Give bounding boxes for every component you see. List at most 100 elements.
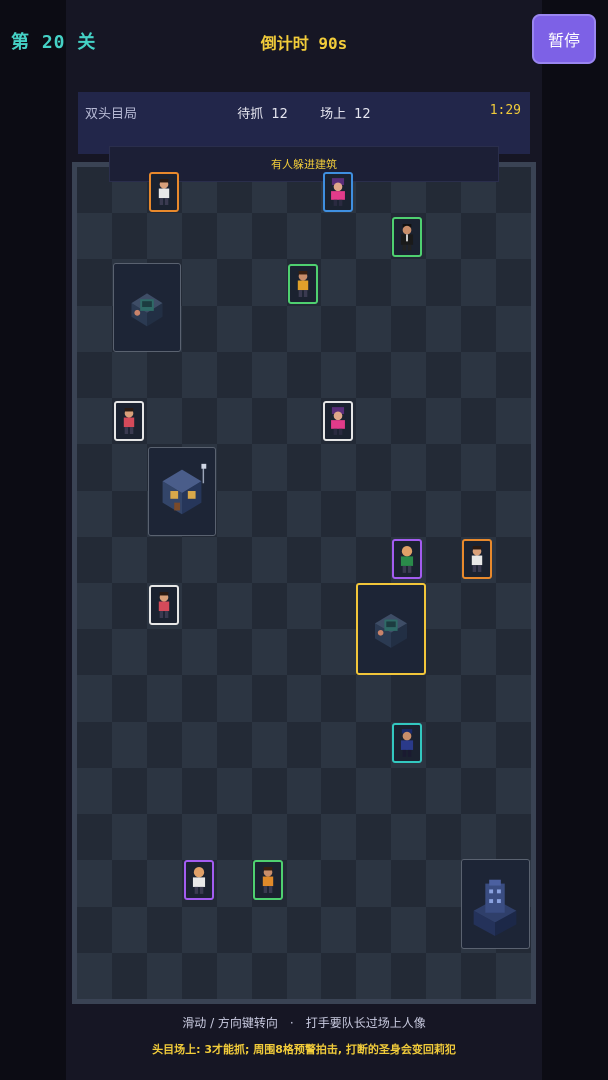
board-cell	[111, 213, 148, 260]
board-cell	[426, 305, 462, 353]
board-cell	[251, 351, 288, 399]
board-cell	[216, 906, 253, 954]
onfield-count: 12	[354, 107, 371, 122]
board-cell	[77, 629, 113, 676]
board-cell	[77, 536, 113, 584]
building-kiosk-1[interactable]	[113, 263, 181, 352]
board-cell	[496, 351, 532, 399]
board-cell	[216, 398, 253, 445]
board-cell	[286, 536, 322, 584]
board-cell	[286, 860, 322, 908]
board-cell	[181, 814, 218, 861]
board-cell	[461, 721, 497, 769]
tower-building-icon	[473, 879, 517, 937]
board-cell	[426, 767, 462, 815]
board-cell	[356, 721, 392, 769]
character-bald-purple[interactable]	[392, 539, 422, 579]
board-cell	[77, 444, 113, 492]
board-cell	[356, 305, 392, 353]
character-bald-purple-2[interactable]	[184, 860, 214, 900]
board-cell	[111, 536, 148, 584]
board-cell	[77, 952, 113, 1000]
capture-counts: 待抓 12 场上 12	[78, 103, 530, 122]
board-cell	[77, 906, 113, 954]
top-bar: 第 20 关 倒计时 90s 暂停	[0, 0, 608, 80]
board-cell	[77, 305, 113, 353]
board-cell	[496, 675, 532, 723]
board-cell	[496, 398, 532, 445]
status-bar: 双头目局 待抓 12 场上 12 1:29	[78, 92, 530, 154]
character-thug-orange[interactable]	[149, 172, 179, 212]
building-kiosk-3[interactable]	[356, 583, 426, 675]
thug-red-icon	[123, 408, 135, 434]
board-cell	[146, 860, 183, 908]
board-cell	[426, 490, 462, 538]
character-cop-teal[interactable]	[392, 723, 422, 763]
character-thug-green-2[interactable]	[253, 860, 283, 900]
board-cell	[286, 906, 322, 954]
board-cell	[216, 444, 253, 492]
board-cell	[216, 629, 253, 676]
board-cell	[251, 952, 288, 1000]
board-cell	[77, 814, 113, 861]
round-timer: 1:29	[489, 103, 521, 118]
board-cell	[461, 351, 497, 399]
board-cell	[461, 305, 497, 353]
board-cell	[391, 675, 427, 723]
character-suit-green[interactable]	[392, 217, 422, 257]
board-cell	[321, 351, 357, 399]
board-cell	[391, 444, 427, 492]
board-cell	[426, 398, 462, 445]
board-cell	[77, 490, 113, 538]
board-cell	[111, 444, 148, 492]
board-cell	[181, 721, 218, 769]
board-cell	[77, 351, 113, 399]
character-thug-white-2[interactable]	[149, 585, 179, 625]
kiosk-building-icon	[131, 293, 163, 327]
character-boss-white[interactable]	[323, 401, 353, 441]
board-cell	[181, 583, 218, 630]
board-cell	[356, 536, 392, 584]
board-cell	[426, 721, 462, 769]
character-thug-orange-2[interactable]	[462, 539, 492, 579]
character-boss-blue[interactable]	[323, 172, 353, 212]
board-cell	[321, 860, 357, 908]
building-shop-2[interactable]	[148, 447, 216, 536]
board-cell	[111, 814, 148, 861]
board-cell	[321, 721, 357, 769]
board-cell	[77, 167, 113, 214]
board-cell	[251, 213, 288, 260]
pause-button[interactable]: 暂停	[532, 14, 596, 64]
board-cell	[216, 305, 253, 353]
board-cell	[216, 259, 253, 307]
board-cell	[251, 767, 288, 815]
board-cell	[391, 398, 427, 445]
board-cell	[286, 490, 322, 538]
suit-man-icon	[400, 224, 414, 251]
thug-red-icon	[158, 592, 170, 618]
board-cell	[77, 675, 113, 723]
board-cell	[286, 767, 322, 815]
board-cell	[146, 398, 183, 445]
board-cell	[496, 952, 532, 1000]
board-cell	[461, 814, 497, 861]
board-cell	[391, 490, 427, 538]
building-tower-4[interactable]	[461, 859, 530, 949]
board-cell	[426, 213, 462, 260]
board-cell	[146, 351, 183, 399]
board-cell	[77, 721, 113, 769]
board-cell	[321, 259, 357, 307]
character-thug-green[interactable]	[288, 264, 318, 304]
board-cell	[461, 490, 497, 538]
board-cell	[356, 490, 392, 538]
board-cell	[426, 583, 462, 630]
board-cell	[496, 259, 532, 307]
board-cell	[321, 536, 357, 584]
board-cell	[111, 629, 148, 676]
onfield-label: 场上	[320, 107, 347, 122]
pending-label: 待抓	[237, 107, 264, 122]
board-cell	[496, 767, 532, 815]
board-cell	[356, 952, 392, 1000]
character-thug-white[interactable]	[114, 401, 144, 441]
board-cell	[321, 305, 357, 353]
